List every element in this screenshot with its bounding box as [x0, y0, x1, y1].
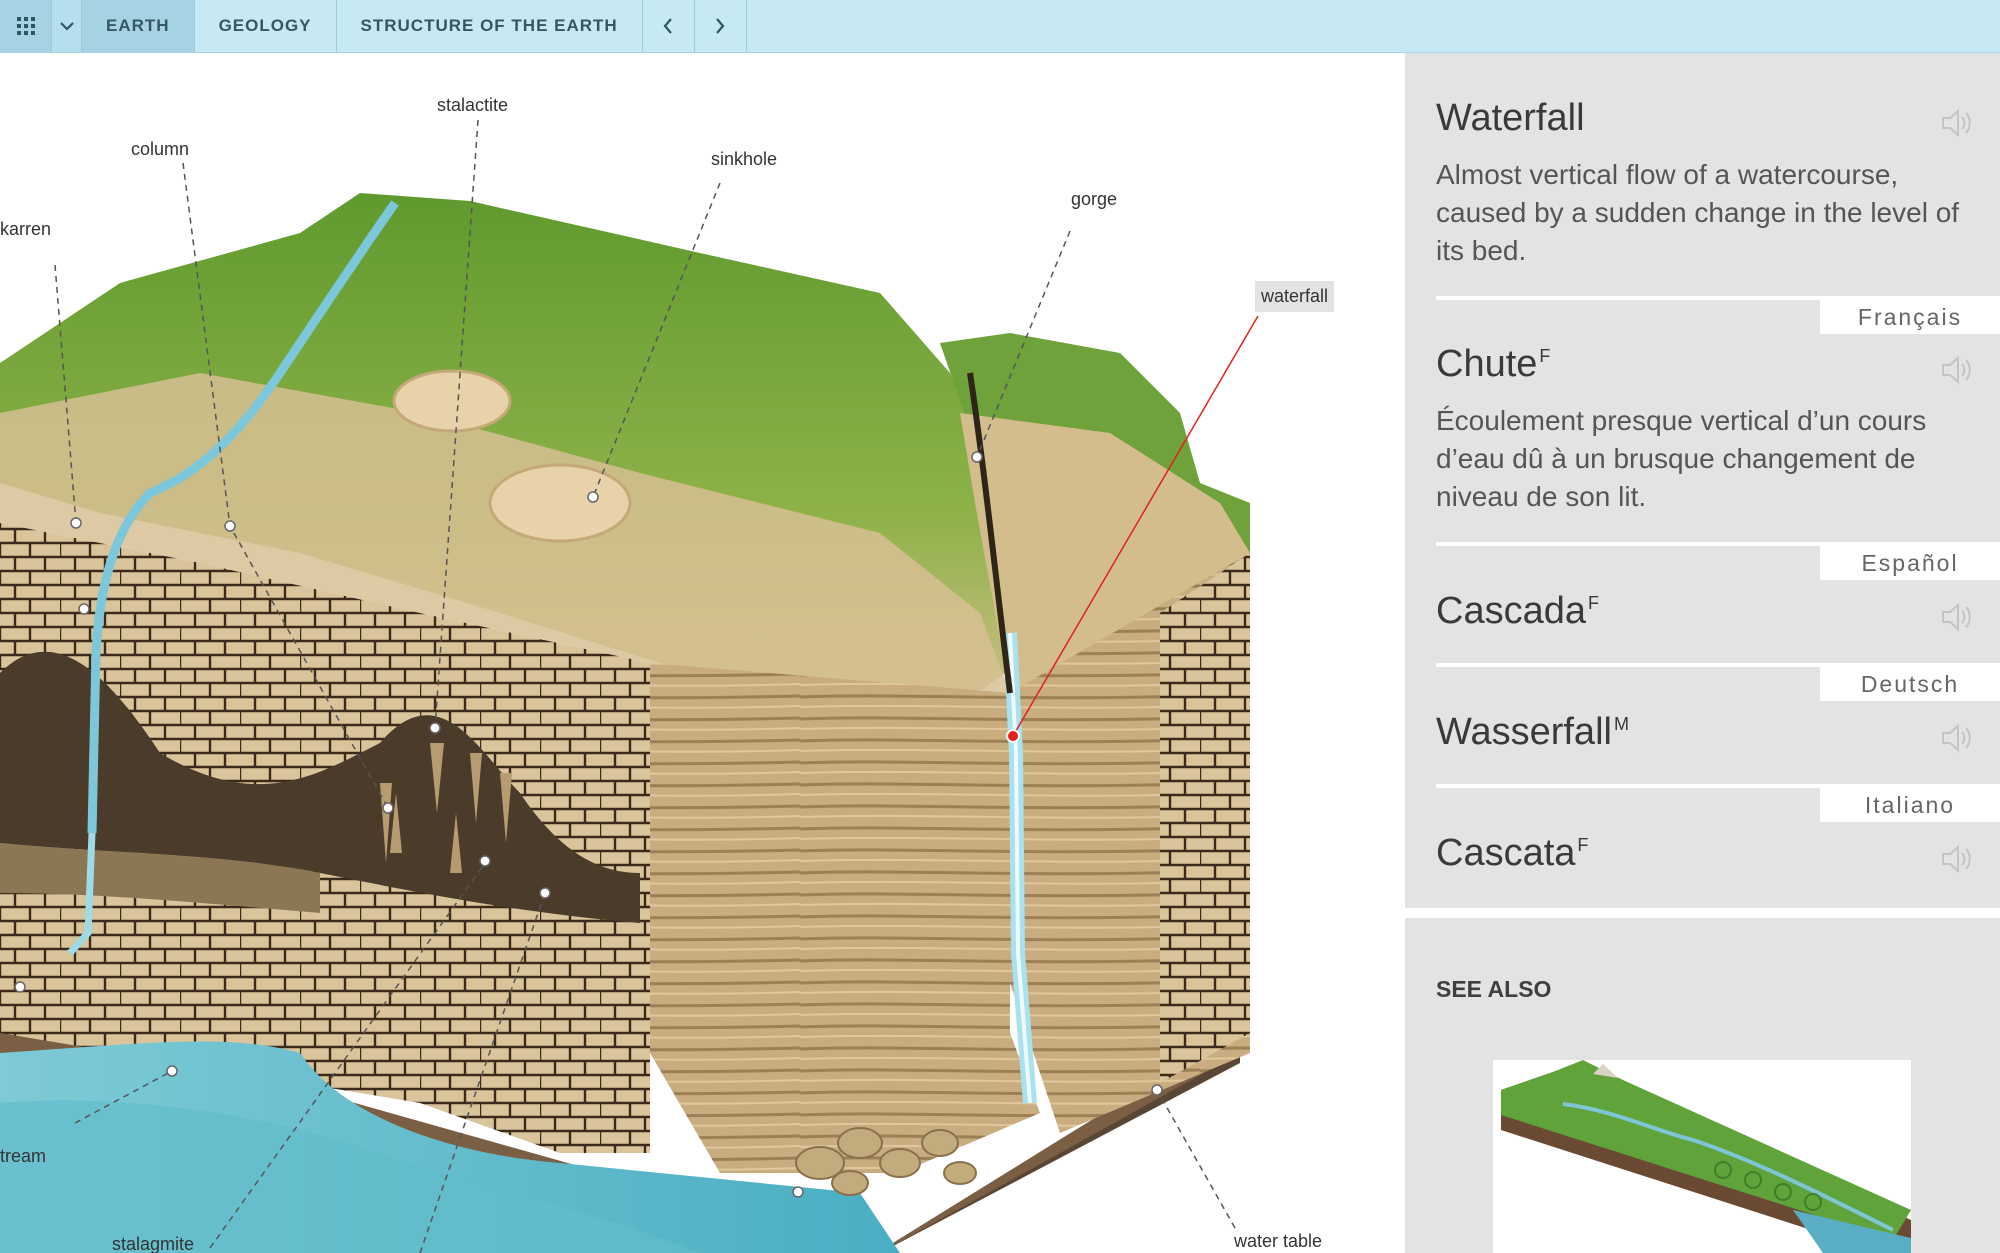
karst-illustration: stalactite column sinkhole gorge karren … — [0, 53, 1405, 1253]
landscape-thumbnail-image — [1501, 1060, 1911, 1253]
definition-french: Écoulement presque vertical d’un cours d… — [1436, 405, 1927, 512]
karst-landscape-drawing — [0, 119, 1259, 1253]
grid-menu-button[interactable] — [0, 0, 52, 52]
term-italian: Cascata — [1436, 832, 1576, 874]
see-also-thumbnail[interactable] — [1493, 1060, 1911, 1253]
breadcrumb-geology[interactable]: GEOLOGY — [195, 0, 337, 52]
definition-panel: Waterfall Almost vertical flow of a wate… — [1405, 53, 2000, 908]
label-gorge[interactable]: gorge — [1071, 189, 1117, 210]
see-also-title: SEE ALSO — [1436, 976, 1552, 1002]
term-definition: Almost vertical flow of a watercourse, c… — [1436, 159, 1960, 266]
breadcrumb-earth[interactable]: EARTH — [82, 0, 195, 52]
term-title: Waterfall — [1436, 97, 1585, 139]
label-stalactite[interactable]: stalactite — [437, 95, 508, 116]
speaker-icon[interactable] — [1940, 602, 1972, 632]
term-german: Wasserfall — [1436, 711, 1612, 753]
language-label-italian: Italiano — [1820, 788, 2000, 822]
next-button[interactable] — [695, 0, 747, 52]
language-label-french: Français — [1820, 300, 2000, 334]
speaker-icon[interactable] — [1940, 844, 1972, 874]
term-title-spanish: Cascada F — [1436, 590, 1599, 633]
top-navigation-bar: EARTH GEOLOGY STRUCTURE OF THE EARTH — [0, 0, 2000, 53]
language-label-german: Deutsch — [1820, 667, 2000, 701]
chevron-left-icon — [663, 18, 673, 34]
label-column[interactable]: column — [131, 139, 189, 160]
speaker-icon[interactable] — [1940, 355, 1972, 385]
see-also-panel: SEE ALSO — [1405, 918, 2000, 1253]
term-spanish: Cascada — [1436, 590, 1586, 632]
gender-german: M — [1613, 714, 1629, 735]
term-french: Chute — [1436, 343, 1538, 385]
grid-icon — [16, 17, 35, 35]
gender-french: F — [1539, 346, 1551, 367]
previous-button[interactable] — [643, 0, 695, 52]
label-stalagmite[interactable]: stalagmite — [112, 1234, 194, 1253]
breadcrumb-structure-of-the-earth[interactable]: STRUCTURE OF THE EARTH — [337, 0, 643, 52]
speaker-icon[interactable] — [1940, 723, 1972, 753]
chevron-right-icon — [716, 18, 725, 34]
speaker-icon[interactable] — [1940, 108, 1972, 138]
term-title-german: Wasserfall M — [1436, 711, 1629, 754]
term-title-italian: Cascata F — [1436, 832, 1588, 875]
waterfall-marker[interactable] — [1006, 729, 1020, 743]
label-waterfall[interactable]: waterfall — [1255, 281, 1335, 312]
label-water-table[interactable]: water table — [1234, 1231, 1322, 1252]
dropdown-button[interactable] — [52, 0, 82, 52]
label-stream[interactable]: tream — [0, 1146, 46, 1167]
gender-italian: F — [1577, 835, 1589, 856]
chevron-down-icon — [59, 22, 74, 31]
term-title-french: Chute F — [1436, 343, 1550, 386]
gender-spanish: F — [1587, 593, 1599, 614]
label-sinkhole[interactable]: sinkhole — [711, 149, 777, 170]
language-label-spanish: Español — [1820, 546, 2000, 580]
label-karren[interactable]: karren — [0, 219, 51, 240]
